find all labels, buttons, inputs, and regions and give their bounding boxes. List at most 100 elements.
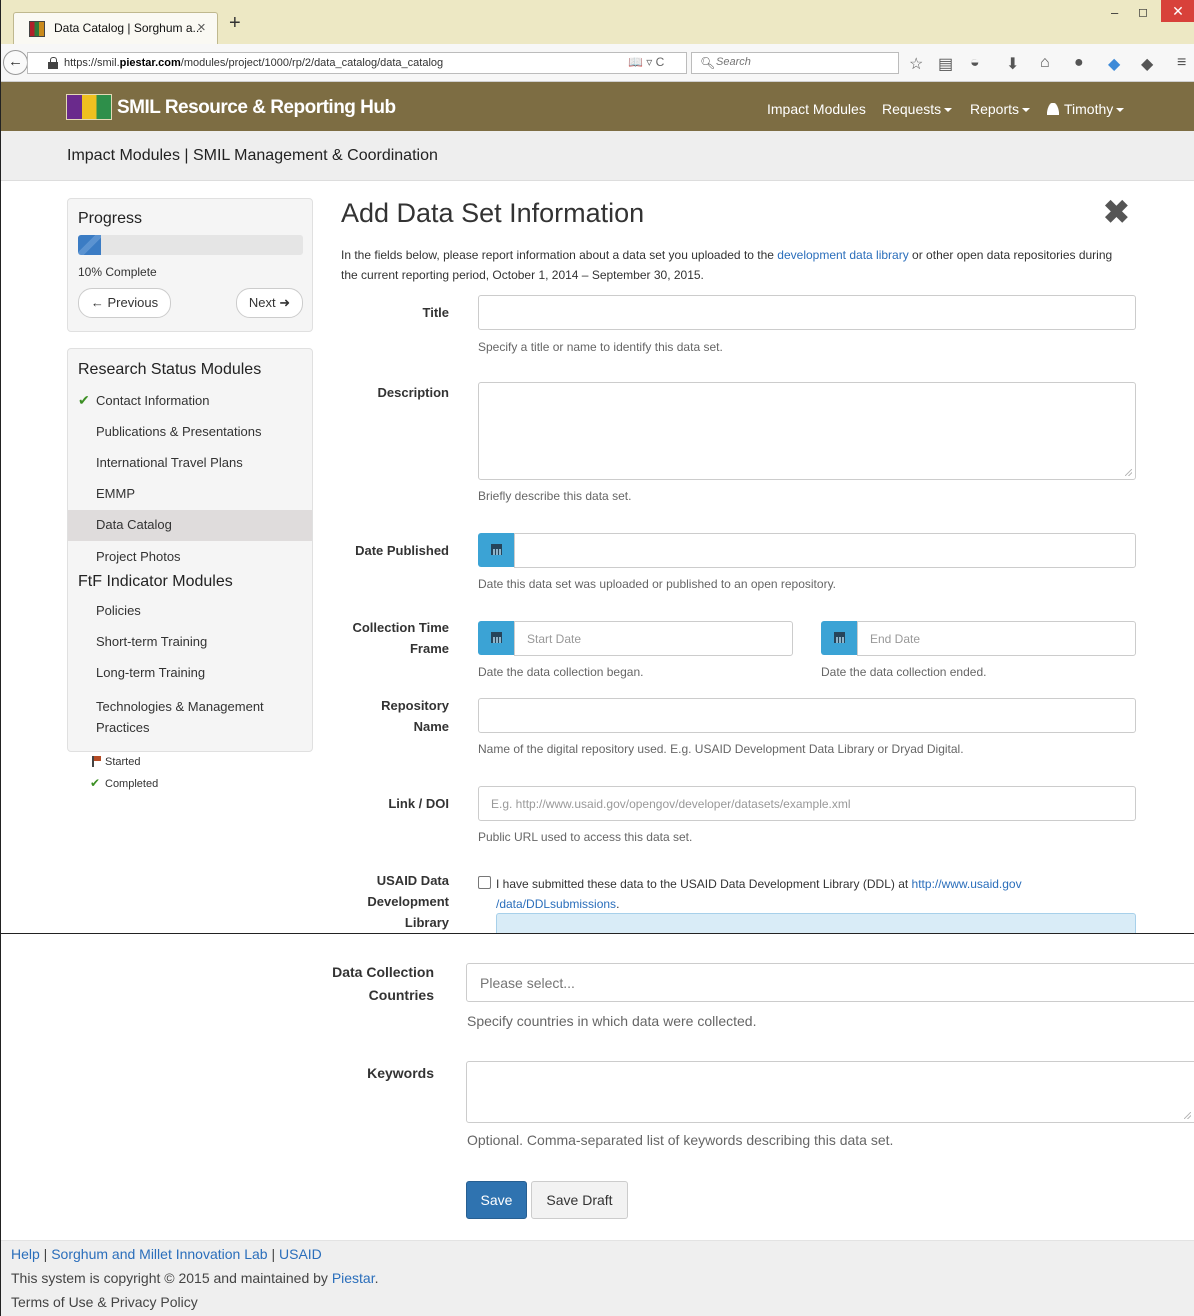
description-textarea[interactable] [478, 382, 1136, 480]
check-icon: ✔ [78, 392, 90, 408]
pocket-icon[interactable]: ◒ [970, 54, 980, 72]
page-subtitle: Impact Modules | SMIL Management & Coord… [67, 147, 438, 164]
link-doi-input[interactable] [478, 786, 1136, 821]
previous-button[interactable]: ← Previous [78, 288, 171, 318]
legend-started: Started [105, 756, 141, 768]
nav-user-menu[interactable]: Timothy [1047, 101, 1125, 117]
caret-down-icon [944, 108, 953, 113]
check-icon: ✔ [90, 776, 101, 790]
sidebar-item-label: Short-term Training [96, 634, 208, 649]
site-title[interactable]: SMIL Resource & Reporting Hub [117, 97, 396, 119]
caret-down-icon [1116, 108, 1125, 113]
browser-search-input[interactable] [716, 56, 886, 68]
title-help: Specify a title or name to identify this… [478, 340, 723, 354]
window-minimize-button[interactable]: – [1111, 5, 1118, 20]
browser-window: Data Catalog | Sorghum a... × + – ◻ ✕ ← … [0, 0, 1194, 933]
extension-arrows-icon[interactable]: ◆ [1141, 54, 1153, 74]
footer-terms-link[interactable]: Terms of Use & Privacy Policy [11, 1294, 198, 1310]
tab-close-icon[interactable]: × [197, 19, 206, 36]
site-logo[interactable] [66, 94, 112, 120]
sidebar-item-label: Data Catalog [96, 517, 172, 532]
window-maximize-button[interactable]: ◻ [1138, 5, 1148, 19]
chat-icon[interactable]: ● [1074, 54, 1084, 72]
url-text: https://smil.piestar.com/modules/project… [64, 57, 444, 69]
ftf-modules-heading: FtF Indicator Modules [78, 573, 233, 590]
sidebar-item-policies[interactable]: Policies [68, 603, 312, 634]
progress-heading: Progress [78, 210, 143, 227]
footer-lab-link[interactable]: Sorghum and Millet Innovation Lab [51, 1246, 267, 1262]
description-label: Description [377, 385, 449, 400]
browser-tab[interactable]: Data Catalog | Sorghum a... × [13, 12, 218, 44]
sidebar-item-travel-plans[interactable]: International Travel Plans [68, 455, 312, 486]
sidebar-item-publications[interactable]: Publications & Presentations [68, 424, 312, 455]
description-help: Briefly describe this data set. [478, 489, 632, 503]
save-button[interactable]: Save [466, 1181, 527, 1219]
site-header: SMIL Resource & Reporting Hub Impact Mod… [1, 82, 1194, 131]
page-lower-section: Data CollectionCountries Specify countri… [0, 933, 1194, 1316]
browser-search-box[interactable]: 🔍︎ [691, 52, 899, 74]
extension-icon[interactable]: ◆ [1108, 54, 1120, 74]
research-modules-heading: Research Status Modules [78, 361, 262, 378]
link-doi-label: Link / DOI [388, 796, 449, 811]
user-icon [1047, 103, 1059, 115]
countries-select[interactable] [466, 963, 1194, 1002]
usaid-ddl-checkbox[interactable] [478, 876, 491, 889]
url-bar[interactable]: https://smil.piestar.com/modules/project… [27, 52, 687, 74]
reading-list-icon[interactable]: ▤ [938, 54, 953, 74]
footer-copyright: This system is copyright © 2015 and main… [11, 1270, 379, 1286]
date-published-label: Date Published [355, 543, 449, 558]
resize-grip-icon[interactable] [1125, 469, 1132, 476]
nav-requests[interactable]: Requests [882, 101, 953, 117]
sidebar-item-label: Technologies & Management Practices [96, 699, 264, 735]
start-date-calendar-button[interactable] [478, 621, 515, 655]
progress-bar [78, 235, 303, 255]
sidebar-item-long-term-training[interactable]: Long-term Training [68, 665, 312, 696]
repository-name-input[interactable] [478, 698, 1136, 733]
usaid-ddl-link[interactable]: http://www.usaid.gov [912, 877, 1022, 891]
end-date-input[interactable] [857, 621, 1136, 656]
date-published-calendar-button[interactable] [478, 533, 515, 567]
footer-usaid-link[interactable]: USAID [279, 1246, 322, 1262]
sidebar-item-data-catalog[interactable]: Data Catalog [68, 510, 312, 541]
menu-icon[interactable]: ≡ [1177, 54, 1186, 72]
sidebar-item-short-term-training[interactable]: Short-term Training [68, 634, 312, 665]
footer-help-link[interactable]: Help [11, 1246, 40, 1262]
modules-panel: Research Status Modules ✔ Contact Inform… [67, 348, 313, 752]
nav-impact-modules[interactable]: Impact Modules [767, 101, 866, 117]
bookmark-star-icon[interactable]: ☆ [909, 54, 923, 74]
window-close-button[interactable]: ✕ [1161, 0, 1194, 22]
next-button[interactable]: Next ➜ [236, 288, 303, 318]
keywords-textarea[interactable] [466, 1061, 1194, 1123]
nav-reports-label: Reports [970, 101, 1020, 117]
start-date-input[interactable] [514, 621, 793, 656]
footer-piestar-link[interactable]: Piestar [332, 1270, 375, 1286]
sidebar-item-label: EMMP [96, 486, 135, 501]
close-icon[interactable]: ✖ [1103, 196, 1130, 228]
new-tab-button[interactable]: + [229, 12, 241, 35]
sidebar-item-contact-information[interactable]: ✔ Contact Information [68, 392, 312, 424]
usaid-ddl-link-continued[interactable]: /data/DDLsubmissions [496, 897, 616, 911]
search-icon: 🔍︎ [700, 56, 716, 70]
back-arrow-icon[interactable]: ← [3, 50, 28, 75]
date-published-input[interactable] [514, 533, 1136, 568]
resize-grip-icon[interactable] [1184, 1112, 1191, 1119]
nav-reports[interactable]: Reports [970, 101, 1031, 117]
usaid-ddl-info-box [496, 913, 1136, 933]
save-draft-button[interactable]: Save Draft [531, 1181, 628, 1219]
reader-view-icon[interactable]: 📖 ▿ C [628, 55, 664, 69]
legend-completed: Completed [105, 778, 159, 790]
sidebar-item-label: Contact Information [96, 393, 210, 408]
end-date-calendar-button[interactable] [821, 621, 858, 655]
collection-time-frame-label: Collection Time Frame [352, 620, 449, 656]
title-label: Title [422, 305, 450, 320]
title-input[interactable] [478, 295, 1136, 330]
development-data-library-link[interactable]: development data library [777, 248, 908, 262]
tab-bar: Data Catalog | Sorghum a... × + – ◻ ✕ [1, 0, 1194, 44]
calendar-icon [834, 632, 845, 643]
sidebar-item-label: Policies [96, 603, 141, 618]
sidebar-item-technologies[interactable]: Technologies & Management Practices [68, 696, 288, 738]
home-icon[interactable]: ⌂ [1040, 54, 1050, 72]
download-icon[interactable]: ⬇ [1006, 54, 1019, 74]
countries-label: Data Collection Countries [332, 964, 434, 1003]
user-name: Timothy [1064, 101, 1114, 117]
